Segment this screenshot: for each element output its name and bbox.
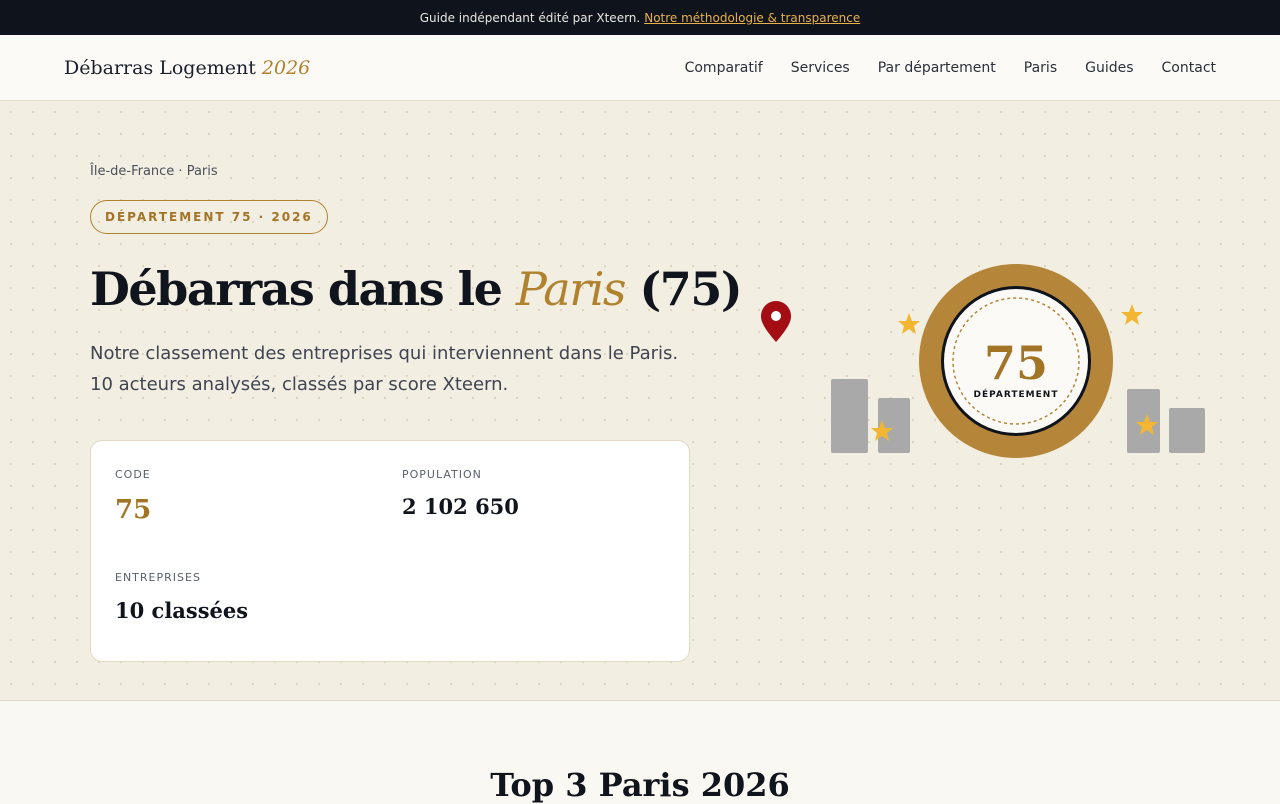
department-illustration: 75 DÉPARTEMENT — [761, 264, 1205, 458]
stat-code: CODE 75 — [115, 468, 151, 525]
page-title: Débarras dans le Paris (75) — [90, 262, 743, 316]
title-place: Paris — [515, 262, 627, 316]
nav-item-services[interactable]: Services — [791, 60, 850, 76]
hero-content: Île-de-France · Paris DÉPARTEMENT 75 · 2… — [90, 164, 743, 662]
department-badge: DÉPARTEMENT 75 · 2026 — [90, 200, 328, 234]
stat-population-label: POPULATION — [402, 468, 482, 481]
brand-logo[interactable]: Débarras Logement 2026 — [64, 57, 310, 79]
nav-item-contact[interactable]: Contact — [1162, 60, 1216, 76]
medal-label: DÉPARTEMENT — [974, 388, 1059, 400]
department-medal: 75 DÉPARTEMENT — [919, 264, 1113, 458]
building-shape — [1127, 389, 1160, 453]
main-navigation: Débarras Logement 2026 Comparatif Servic… — [0, 35, 1280, 101]
top3-section-title: Top 3 Paris 2026 — [490, 766, 790, 804]
nav-item-comparatif[interactable]: Comparatif — [685, 60, 763, 76]
title-prefix: Débarras dans le — [90, 262, 503, 316]
star-icon — [1121, 304, 1143, 325]
announcement-bar: Guide indépendant édité par Xteern. Notr… — [0, 0, 1280, 35]
stat-population-value: 2 102 650 — [402, 494, 519, 519]
breadcrumb: Île-de-France · Paris — [90, 164, 218, 179]
medal-number: 75 — [984, 336, 1048, 390]
building-shape — [1169, 408, 1205, 453]
title-suffix: (75) — [639, 262, 743, 316]
brand-year: 2026 — [261, 56, 311, 79]
map-pin-icon — [761, 301, 791, 342]
hero-section: Île-de-France · Paris DÉPARTEMENT 75 · 2… — [0, 101, 1280, 701]
stat-companies-value: 10 classées — [115, 598, 249, 623]
stat-companies-label: ENTREPRISES — [115, 571, 201, 584]
stat-code-label: CODE — [115, 468, 151, 481]
building-shape — [831, 379, 868, 453]
star-icon — [898, 313, 920, 334]
stat-population: POPULATION 2 102 650 — [402, 468, 519, 519]
nav-menu: Comparatif Services Par département Pari… — [685, 60, 1216, 76]
brand-name: Débarras Logement — [64, 56, 256, 79]
hero-lead: Notre classement des entreprises qui int… — [90, 343, 679, 395]
stat-companies: ENTREPRISES 10 classées — [115, 571, 248, 623]
stats-card: CODE 75 POPULATION 2 102 650 ENTREPRISES… — [90, 440, 690, 662]
stat-code-value: 75 — [115, 495, 152, 525]
nav-item-paris[interactable]: Paris — [1024, 60, 1057, 76]
methodology-link[interactable]: Notre méthodologie & transparence — [644, 11, 860, 25]
nav-item-par-departement[interactable]: Par département — [878, 60, 996, 76]
nav-item-guides[interactable]: Guides — [1085, 60, 1133, 76]
announcement-text: Guide indépendant édité par Xteern. — [419, 10, 641, 25]
